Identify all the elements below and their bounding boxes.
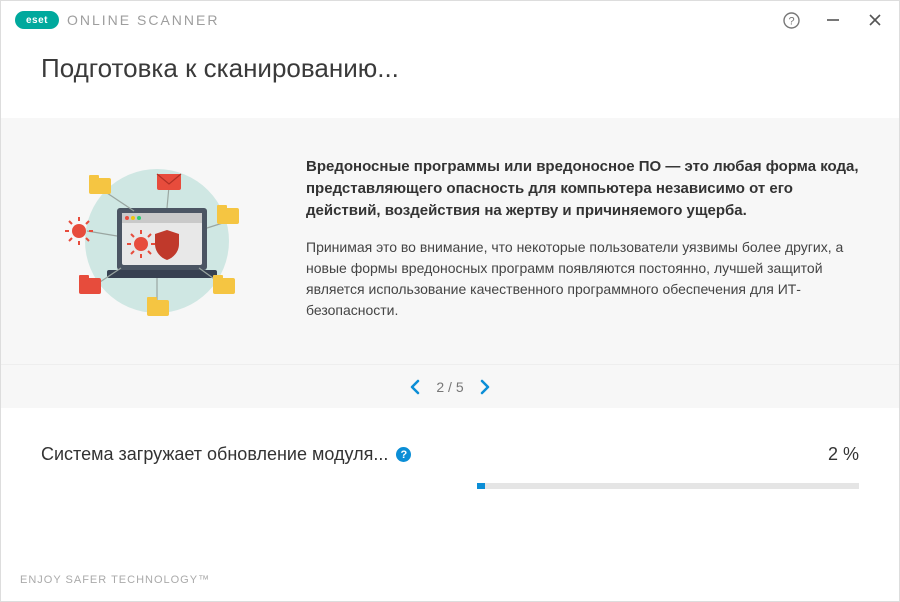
malware-illustration (41, 156, 266, 326)
brand: eset ONLINE SCANNER (15, 11, 219, 29)
brand-logo: eset (15, 11, 59, 29)
progress-bar (477, 483, 859, 489)
header: Подготовка к сканированию... (1, 39, 899, 118)
info-heading: Вредоносные программы или вредоносное ПО… (306, 156, 859, 221)
footer-tagline: ENJOY SAFER TECHNOLOGY™ (0, 558, 900, 602)
page-title: Подготовка к сканированию... (41, 53, 859, 84)
close-icon[interactable] (865, 10, 885, 30)
progress-help-icon[interactable]: ? (396, 447, 411, 462)
pager-position: 2 / 5 (436, 379, 463, 395)
progress-section: Система загружает обновление модуля... ?… (1, 408, 899, 489)
info-panel: Вредоносные программы или вредоносное ПО… (1, 118, 899, 364)
pager-prev-button[interactable] (408, 379, 422, 395)
info-body: Принимая это во внимание, что некоторые … (306, 237, 859, 321)
progress-label-row: Система загружает обновление модуля... ? (41, 444, 411, 465)
help-icon[interactable]: ? (781, 10, 801, 30)
titlebar: eset ONLINE SCANNER ? (1, 1, 899, 39)
progress-label: Система загружает обновление модуля... (41, 444, 388, 465)
progress-percent: 2 % (828, 444, 859, 465)
svg-text:?: ? (788, 15, 794, 27)
progress-fill (477, 483, 485, 489)
minimize-icon[interactable] (823, 10, 843, 30)
pager-next-button[interactable] (478, 379, 492, 395)
info-text: Вредоносные программы или вредоносное ПО… (306, 156, 859, 321)
pager: 2 / 5 (1, 364, 899, 408)
window-controls: ? (781, 10, 885, 30)
brand-product: ONLINE SCANNER (67, 12, 219, 28)
